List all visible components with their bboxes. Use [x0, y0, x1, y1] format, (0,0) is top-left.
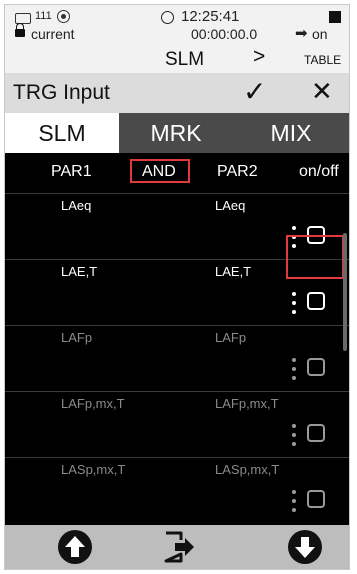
row-par1: LAFp — [61, 330, 93, 345]
chevron-right-icon[interactable]: > — [253, 45, 265, 69]
row-checkbox[interactable] — [307, 424, 325, 442]
row-par1: LAFp,mx,T — [61, 396, 125, 411]
measurement-mode: current — [31, 26, 75, 42]
lock-icon — [15, 23, 25, 37]
par1-header: PAR1 — [51, 163, 92, 180]
tab-bar: SLM MRK MIX — [5, 113, 349, 153]
operator-selector[interactable]: AND — [142, 163, 176, 181]
row-par2: LAeq — [215, 198, 246, 213]
list-item[interactable]: LAFp,mx,T LAFp,mx,T — [5, 391, 349, 458]
arrow-right-icon: ➡ — [295, 25, 308, 42]
more-icon[interactable] — [292, 358, 296, 380]
scrollbar[interactable] — [343, 233, 347, 351]
clock-time: 12:25:41 — [181, 8, 240, 25]
row-par2: LAE,T — [215, 264, 252, 279]
tab-slm[interactable]: SLM — [5, 113, 119, 153]
row-par2: LAFp — [215, 330, 247, 345]
status-counter: 111 — [35, 10, 52, 22]
row-par2: LASp,mx,T — [215, 462, 280, 477]
elapsed-time: 00:00:00.0 — [191, 26, 258, 42]
tab-mix[interactable]: MIX — [233, 113, 349, 153]
exit-icon[interactable] — [161, 529, 197, 565]
row-par1: LAE,T — [61, 264, 98, 279]
target-icon — [57, 10, 70, 23]
row-checkbox[interactable] — [307, 292, 325, 310]
list-item[interactable]: LASp,mx,T LASp,mx,T — [5, 457, 349, 524]
tab-mrk[interactable]: MRK — [119, 113, 233, 153]
stop-icon — [329, 11, 341, 23]
bottom-toolbar — [5, 525, 349, 569]
row-par1: LASp,mx,T — [61, 462, 126, 477]
checkbox-highlight — [286, 235, 344, 279]
on-label: on — [312, 26, 328, 42]
arrow-up-icon[interactable] — [57, 529, 93, 565]
clock-icon — [161, 11, 174, 24]
mode-row: SLM > TABLE — [5, 45, 349, 73]
device-screen: 111 12:25:41 current 00:00:00.0 ➡ on SLM… — [4, 4, 350, 570]
list-item[interactable]: LAFp LAFp — [5, 325, 349, 392]
arrow-down-icon[interactable] — [287, 529, 323, 565]
row-checkbox[interactable] — [307, 490, 325, 508]
more-icon[interactable] — [292, 424, 296, 446]
par2-header: PAR2 — [217, 163, 258, 180]
title-bar: TRG Input ✓ ✕ — [5, 73, 349, 113]
page-title: TRG Input — [13, 81, 110, 104]
more-icon[interactable] — [292, 292, 296, 314]
confirm-button[interactable]: ✓ — [243, 75, 266, 108]
row-checkbox[interactable] — [307, 358, 325, 376]
row-par1: LAeq — [61, 198, 92, 213]
close-button[interactable]: ✕ — [311, 76, 333, 107]
mode-label: SLM — [165, 49, 205, 70]
trigger-list: PAR1 AND PAR2 on/off LAeq LAeq LAE,T LAE… — [5, 153, 349, 525]
status-bar: 111 12:25:41 current 00:00:00.0 ➡ on — [5, 5, 349, 45]
onoff-header: on/off — [299, 163, 339, 180]
table-label[interactable]: TABLE — [304, 53, 341, 67]
more-icon[interactable] — [292, 490, 296, 512]
row-par2: LAFp,mx,T — [215, 396, 279, 411]
